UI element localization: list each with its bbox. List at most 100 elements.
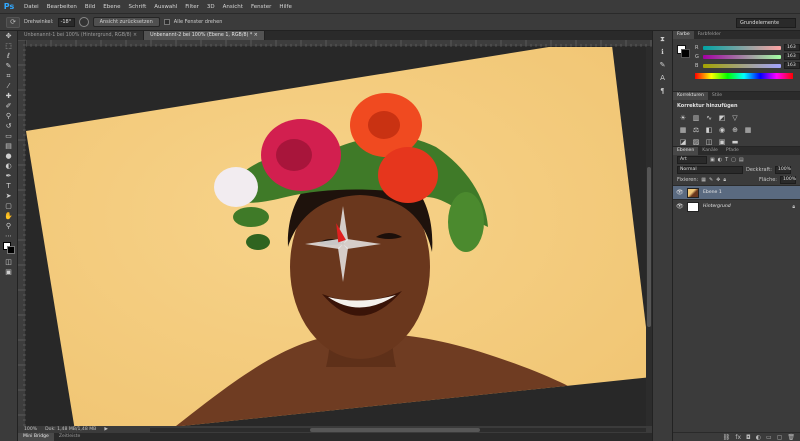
color-balance-icon[interactable]: ⚖ [692,126,700,134]
menu-hilfe[interactable]: Hilfe [275,4,296,10]
clone-stamp-tool-icon[interactable]: ⚲ [3,111,15,121]
tab-unbenannt-2[interactable]: Unbenannt-2 bei 100% (Ebene 1, RGB/8) * … [144,31,265,40]
levels-icon[interactable]: ▥ [692,114,700,122]
layer-filter-select[interactable]: Art [677,156,707,164]
panel-background-swatch[interactable] [681,49,690,58]
eyedropper-tool-icon[interactable]: ⁄ [3,81,15,91]
layer-row[interactable]: 👁︎ Ebene 1 [673,185,800,199]
slider-g-track[interactable] [703,54,781,59]
add-mask-icon[interactable]: ◘ [746,434,751,441]
zoom-level[interactable]: 100% [24,427,37,432]
brush-tool-icon[interactable]: ✐ [3,101,15,111]
move-tool-icon[interactable]: ✥ [3,31,15,41]
type-tool-icon[interactable]: T [3,181,15,191]
layer-name[interactable]: Ebene 1 [703,190,722,195]
gradient-tool-icon[interactable]: ▤ [3,141,15,151]
filter-smart-icon[interactable]: ▤ [739,157,744,163]
tab-korrekturen[interactable]: Korrekturen [673,92,708,100]
slider-r-track[interactable] [703,45,781,50]
curves-icon[interactable]: ∿ [705,114,713,122]
tab-zeitleiste[interactable]: Zeitleiste [54,433,85,441]
rotate-all-checkbox[interactable] [163,19,170,25]
vibrance-icon[interactable]: ▽ [731,114,739,122]
character-icon[interactable]: A [657,73,669,83]
menu-3d[interactable]: 3D [203,4,219,10]
slider-r[interactable]: R 163 [673,43,800,52]
tab-pfade[interactable]: Pfade [722,147,743,155]
lock-transparent-icon[interactable]: ▦ [701,177,706,183]
threshold-icon[interactable]: ◫ [705,138,713,146]
menu-ansicht[interactable]: Ansicht [219,4,247,10]
hand-tool-icon[interactable]: ✋ [3,211,15,221]
more-tools-icon[interactable]: ⋯ [3,231,15,241]
black-white-icon[interactable]: ◧ [705,126,713,134]
gradient-map-icon[interactable]: ▬ [731,138,739,146]
link-layers-icon[interactable]: ⛓ [723,434,731,441]
new-adjustment-icon[interactable]: ◐ [756,434,761,441]
rotation-dial[interactable] [78,17,89,27]
tab-unbenannt-1[interactable]: Unbenannt-1 bei 100% (Hintergrund, RGB/8… [18,31,145,40]
menu-bild[interactable]: Bild [81,4,99,10]
layer-name[interactable]: Hintergrund [703,204,731,209]
status-arrow-icon[interactable]: ▶ [104,427,108,432]
lock-position-icon[interactable]: ✥ [716,177,720,183]
menu-ebene[interactable]: Ebene [99,4,124,10]
color-lookup-icon[interactable]: ▦ [744,126,752,134]
visibility-eye-icon[interactable]: 👁︎ [676,189,684,196]
new-layer-icon[interactable]: ▢ [777,434,783,441]
menu-auswahl[interactable]: Auswahl [150,4,181,10]
vertical-scroll-thumb[interactable] [647,167,651,327]
quick-select-tool-icon[interactable]: ✎ [3,61,15,71]
slider-g-value[interactable]: 163 [784,53,800,60]
background-color-swatch[interactable] [7,246,15,254]
crop-tool-icon[interactable]: ⌗ [3,71,15,81]
tab-kanaele[interactable]: Kanäle [698,147,722,155]
layer-row[interactable]: 👁︎ Hintergrund 🔒︎ [673,199,800,213]
dodge-tool-icon[interactable]: ◐ [3,161,15,171]
paragraph-icon[interactable]: ¶ [657,86,669,96]
tab-farbfelder[interactable]: Farbfelder [694,31,725,39]
brightness-icon[interactable]: ☀ [679,114,687,122]
slider-g[interactable]: G 163 [673,52,800,61]
menu-schrift[interactable]: Schrift [124,4,150,10]
color-spectrum[interactable] [695,73,793,79]
selective-color-icon[interactable]: ▣ [718,138,726,146]
eraser-tool-icon[interactable]: ▭ [3,131,15,141]
invert-icon[interactable]: ◪ [679,138,687,146]
filter-shape-icon[interactable]: ▢ [731,157,736,163]
menu-filter[interactable]: Filter [181,4,203,10]
horizontal-scroll-thumb[interactable] [310,428,480,432]
menu-bearbeiten[interactable]: Bearbeiten [43,4,81,10]
workspace-select[interactable]: Grundelemente [736,18,796,28]
quick-mask-icon[interactable]: ◫ [3,257,15,267]
new-group-icon[interactable]: ▭ [766,434,772,441]
history-icon[interactable]: ⧗ [657,34,669,44]
document-canvas[interactable] [26,47,646,426]
menu-datei[interactable]: Datei [20,4,43,10]
rectangle-tool-icon[interactable]: ▢ [3,201,15,211]
rotate-view-tool-icon[interactable]: ⟳ [6,16,20,28]
fill-input[interactable]: 100% [780,176,796,184]
screen-mode-icon[interactable]: ▣ [3,267,15,277]
slider-b-track[interactable] [703,63,781,68]
filter-adjustment-icon[interactable]: ◐ [718,157,722,163]
tab-stile[interactable]: Stile [708,92,726,100]
visibility-eye-icon[interactable]: 👁︎ [676,203,684,210]
slider-b-value[interactable]: 163 [784,62,800,69]
lasso-tool-icon[interactable]: ℓ [3,51,15,61]
properties-icon[interactable]: ℹ [657,47,669,57]
posterize-icon[interactable]: ▨ [692,138,700,146]
photo-filter-icon[interactable]: ◉ [718,126,726,134]
slider-r-value[interactable]: 163 [784,44,800,51]
lock-pixels-icon[interactable]: ✎ [709,177,713,183]
marquee-tool-icon[interactable]: ⬚ [3,41,15,51]
brush-presets-icon[interactable]: ✎ [657,60,669,70]
lock-all-icon[interactable]: 🔒︎ [723,177,726,183]
exposure-icon[interactable]: ◩ [718,114,726,122]
filter-pixel-icon[interactable]: ▣ [710,157,715,163]
rotation-angle-input[interactable]: -18° [57,17,75,27]
color-swatches[interactable] [0,241,17,257]
horizontal-scrollbar[interactable] [150,428,646,432]
delete-layer-icon[interactable]: 🗑︎ [787,434,795,441]
healing-brush-tool-icon[interactable]: ✚ [3,91,15,101]
